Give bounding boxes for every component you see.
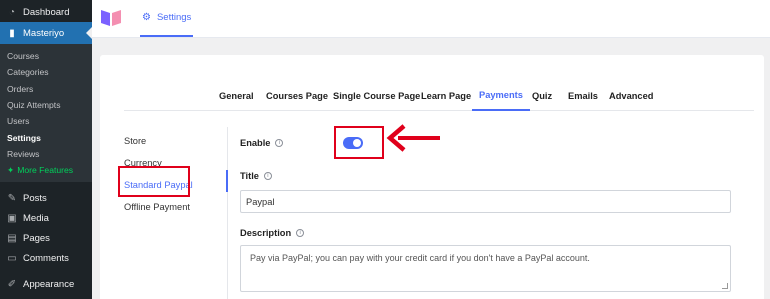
menu-media[interactable]: ▣ Media xyxy=(0,208,92,228)
info-icon: i xyxy=(296,229,305,237)
masteriyo-logo[interactable] xyxy=(100,7,122,27)
title-input[interactable]: Paypal xyxy=(240,190,731,213)
header-tab-settings[interactable]: ⚙ Settings xyxy=(140,0,194,37)
tab-courses-page[interactable]: Courses Page xyxy=(266,81,328,111)
tab-learn-page[interactable]: Learn Page xyxy=(421,81,471,111)
tab-general[interactable]: General xyxy=(219,81,254,111)
subnav-divider xyxy=(227,127,228,299)
resize-handle-icon[interactable] xyxy=(722,283,728,289)
annotation-box-enable-toggle xyxy=(334,126,384,159)
info-icon: i xyxy=(263,172,272,180)
subnav-store[interactable]: Store xyxy=(124,130,229,152)
comment-icon: ▭ xyxy=(7,252,17,264)
pin-icon: ✎ xyxy=(7,192,17,204)
brush-icon: ✐ xyxy=(7,278,17,290)
subnav-active-indicator xyxy=(226,170,228,192)
gear-icon: ⚙ xyxy=(142,12,151,23)
annotation-box-standard-paypal xyxy=(118,166,190,197)
submenu-courses[interactable]: Courses xyxy=(0,48,92,64)
settings-card: General Courses Page Single Course Page … xyxy=(100,55,764,299)
menu-pages[interactable]: ▤ Pages xyxy=(0,228,92,248)
menu-comments[interactable]: ▭ Comments xyxy=(0,248,92,268)
submenu-quiz-attempts[interactable]: Quiz Attempts xyxy=(0,97,92,113)
description-textarea[interactable]: Pay via PayPal; you can pay with your cr… xyxy=(240,245,731,292)
submenu-more-features[interactable]: ✦ More Features xyxy=(0,162,92,178)
book-icon: ▮ xyxy=(9,27,15,39)
tab-emails[interactable]: Emails xyxy=(568,81,598,111)
submenu-users[interactable]: Users xyxy=(0,113,92,129)
tab-quiz[interactable]: Quiz xyxy=(532,81,552,111)
subnav-offline-payment[interactable]: Offline Payment xyxy=(124,196,229,218)
wp-admin-sidebar: ◔ Dashboard ▮ Masteriyo Courses Categori… xyxy=(0,0,92,299)
tab-single-course-page[interactable]: Single Course Page xyxy=(333,81,420,111)
settings-tabs: General Courses Page Single Course Page … xyxy=(124,81,754,111)
enable-label: Enable i xyxy=(240,138,284,148)
masteriyo-header: ⚙ Settings xyxy=(92,0,770,38)
media-icon: ▣ xyxy=(7,212,17,224)
dashboard-icon: ◔ xyxy=(8,6,16,18)
submenu-categories[interactable]: Categories xyxy=(0,64,92,80)
tab-payments[interactable]: Payments xyxy=(472,81,530,111)
menu-appearance[interactable]: ✐ Appearance xyxy=(0,274,92,294)
menu-dashboard[interactable]: ◔ Dashboard xyxy=(0,2,92,22)
submenu-reviews[interactable]: Reviews xyxy=(0,146,92,162)
pages-icon: ▤ xyxy=(7,232,17,244)
star-icon: ✦ xyxy=(7,164,15,175)
description-label: Description i xyxy=(240,228,305,238)
annotation-arrow-icon xyxy=(386,124,440,152)
info-icon: i xyxy=(275,139,284,147)
submenu-settings[interactable]: Settings xyxy=(0,129,92,145)
tab-advanced[interactable]: Advanced xyxy=(609,81,653,111)
masteriyo-submenu: Courses Categories Orders Quiz Attempts … xyxy=(0,44,92,183)
menu-masteriyo[interactable]: ▮ Masteriyo xyxy=(0,22,92,44)
title-label: Title i xyxy=(240,171,272,181)
submenu-orders[interactable]: Orders xyxy=(0,81,92,97)
menu-posts[interactable]: ✎ Posts xyxy=(0,188,92,208)
